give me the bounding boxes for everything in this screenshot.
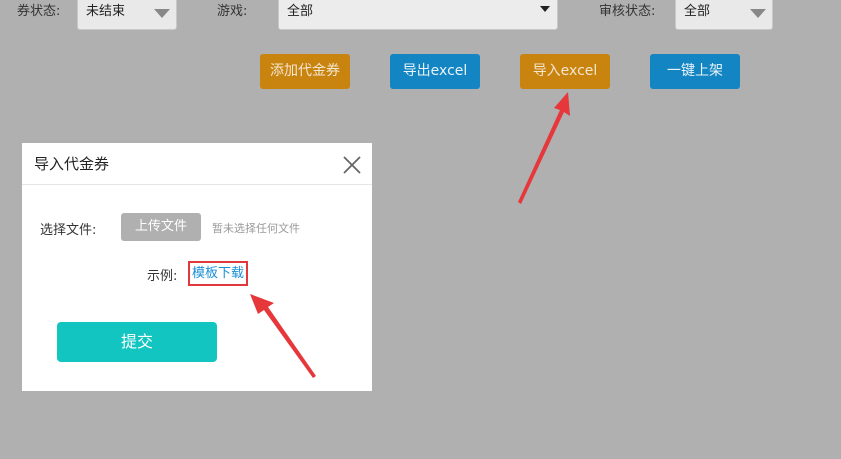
upload-file-button[interactable]: 上传文件 [121, 213, 201, 241]
import-coupon-modal: 导入代金券 选择文件: 上传文件 暂未选择任何文件 示例: 模板下载 提交 [22, 143, 372, 391]
game-label: 游戏: [217, 4, 248, 19]
coupon-status-value: 未结束 [86, 4, 126, 19]
close-icon[interactable] [342, 155, 362, 175]
chevron-down-icon [154, 9, 170, 18]
review-status-select[interactable]: 全部 [675, 0, 773, 30]
chevron-down-icon [750, 9, 766, 18]
coupon-status-label: 券状态: [17, 4, 61, 19]
game-value: 全部 [287, 4, 314, 19]
add-coupon-button[interactable]: 添加代金券 [260, 54, 350, 89]
game-select[interactable]: 全部 [278, 0, 558, 30]
submit-button[interactable]: 提交 [57, 322, 217, 362]
review-status-label: 审核状态: [599, 4, 656, 19]
arrow-to-import-icon [518, 92, 570, 204]
caret-down-icon [540, 6, 550, 12]
file-select-label: 选择文件: [40, 223, 97, 238]
import-excel-button[interactable]: 导入excel [520, 54, 610, 89]
review-status-value: 全部 [684, 4, 711, 19]
template-download-link[interactable]: 模板下载 [188, 261, 249, 286]
one-click-list-button[interactable]: 一键上架 [650, 54, 740, 89]
example-label: 示例: [147, 269, 178, 284]
modal-title: 导入代金券 [22, 143, 372, 185]
coupon-status-select[interactable]: 未结束 [77, 0, 177, 30]
export-excel-button[interactable]: 导出excel [390, 54, 480, 89]
no-file-text: 暂未选择任何文件 [212, 222, 300, 235]
